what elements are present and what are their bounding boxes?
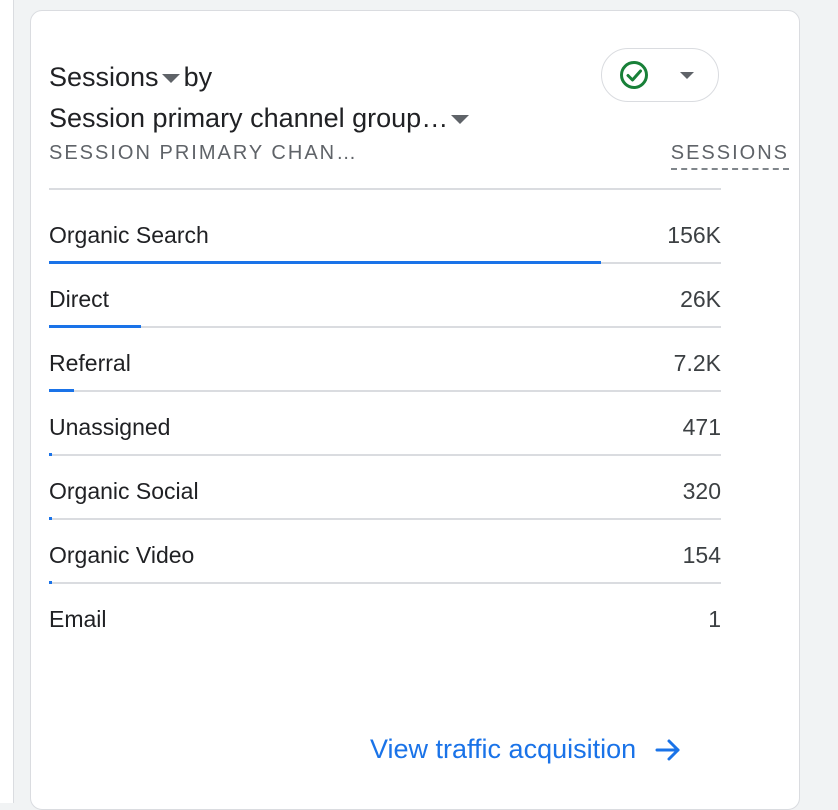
header-divider bbox=[49, 188, 721, 190]
view-traffic-acquisition-link[interactable]: View traffic acquisition bbox=[370, 734, 682, 765]
metric-selector[interactable]: Sessions bbox=[49, 62, 184, 93]
column-header-dimension[interactable]: SESSION PRIMARY CHAN… bbox=[49, 142, 358, 165]
dimension-selector[interactable]: Session primary channel group… bbox=[49, 103, 473, 134]
row-value: 7.2K bbox=[673, 350, 721, 376]
row-value: 154 bbox=[682, 542, 721, 568]
check-circle-icon bbox=[620, 61, 648, 89]
table-row[interactable]: Organic Search 156K bbox=[49, 200, 721, 264]
row-label: Email bbox=[49, 606, 107, 632]
row-label: Referral bbox=[49, 350, 131, 376]
column-header-sessions[interactable]: SESSIONS bbox=[670, 142, 789, 170]
row-value: 1 bbox=[708, 606, 721, 632]
table-row[interactable]: Unassigned 471 bbox=[49, 392, 721, 456]
chevron-down-icon bbox=[680, 71, 694, 79]
table-row[interactable]: Organic Video 154 bbox=[49, 520, 721, 584]
table-row[interactable]: Email 1 bbox=[49, 584, 721, 648]
row-label: Organic Video bbox=[49, 542, 195, 568]
row-value: 471 bbox=[682, 414, 721, 440]
metric-label: Sessions bbox=[49, 62, 159, 92]
by-label: by bbox=[183, 62, 213, 92]
row-label: Organic Social bbox=[49, 478, 199, 504]
dimension-label: Session primary channel group… bbox=[49, 103, 449, 133]
metric-dropdown-icon bbox=[161, 74, 180, 83]
table-row[interactable]: Organic Social 320 bbox=[49, 456, 721, 520]
adjacent-card-edge bbox=[0, 0, 14, 803]
arrow-right-icon bbox=[655, 739, 680, 760]
table-row[interactable]: Direct 26K bbox=[49, 264, 721, 328]
row-label: Organic Search bbox=[49, 222, 209, 248]
table-row[interactable]: Referral 7.2K bbox=[49, 328, 721, 392]
row-label: Direct bbox=[49, 286, 110, 312]
row-value: 156K bbox=[667, 222, 721, 248]
view-traffic-acquisition-label: View traffic acquisition bbox=[370, 734, 637, 764]
row-value: 26K bbox=[680, 286, 721, 312]
dimension-dropdown-icon bbox=[451, 115, 470, 124]
data-quality-button[interactable] bbox=[601, 48, 719, 102]
row-label: Unassigned bbox=[49, 414, 171, 440]
row-value: 320 bbox=[682, 478, 721, 504]
card-title-metric: Sessions by bbox=[49, 62, 212, 93]
